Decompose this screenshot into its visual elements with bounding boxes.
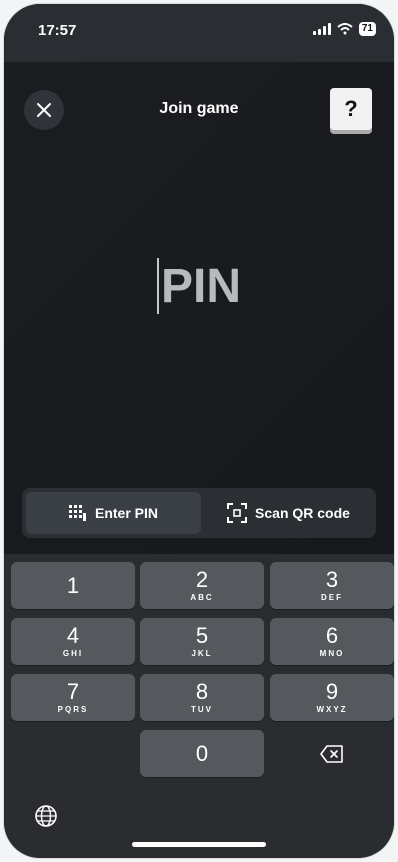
key-letters: WXYZ	[316, 705, 348, 714]
status-bar: 17:57 71	[4, 4, 394, 62]
text-cursor	[156, 258, 159, 314]
key-number: 4	[66, 623, 80, 648]
status-icons: 71	[312, 22, 376, 36]
key-letters: DEF	[321, 593, 343, 602]
key-2[interactable]: 2 ABC	[140, 562, 264, 609]
signal-icon	[312, 23, 331, 35]
backspace-key[interactable]	[270, 730, 394, 777]
battery-indicator: 71	[358, 22, 376, 36]
key-number: 6	[325, 623, 339, 648]
key-number: 5	[195, 623, 209, 648]
key-number: 3	[325, 567, 339, 592]
wifi-icon	[337, 23, 353, 35]
join-game-screen: Join game ? PIN Enter PIN Scan QR code	[4, 62, 394, 554]
key-6[interactable]: 6 MNO	[270, 618, 394, 665]
key-8[interactable]: 8 TUV	[140, 674, 264, 721]
key-letters: JKL	[191, 649, 213, 658]
key-5[interactable]: 5 JKL	[140, 618, 264, 665]
key-number: 0	[195, 740, 209, 766]
enter-pin-label: Enter PIN	[94, 505, 158, 521]
key-letters: MNO	[319, 649, 345, 658]
key-0[interactable]: 0	[140, 730, 264, 777]
pin-placeholder: PIN	[160, 259, 241, 313]
backspace-icon	[320, 744, 343, 763]
key-number: 8	[195, 679, 209, 704]
key-number: 9	[325, 679, 339, 704]
key-1[interactable]: 1	[11, 562, 135, 609]
key-3[interactable]: 3 DEF	[270, 562, 394, 609]
key-letters: PQRS	[57, 705, 89, 714]
numeric-keyboard: 1 2 ABC 3 DEF 4 GHI 5 JKL 6 MNO 7 PQRS 8 TUV 9W…	[4, 554, 394, 858]
status-time: 17:57	[38, 22, 77, 39]
scan-qr-label: Scan QR code	[255, 505, 350, 521]
key-number: 1	[66, 572, 80, 598]
qr-scan-icon	[227, 503, 248, 523]
key-letters: GHI	[62, 649, 84, 658]
key-number: 2	[195, 567, 209, 592]
key-7[interactable]: 7 PQRS	[11, 674, 135, 721]
key-number: 7	[66, 679, 80, 704]
home-indicator	[132, 842, 266, 847]
globe-icon[interactable]	[34, 804, 58, 828]
enter-pin-tab[interactable]: Enter PIN	[26, 492, 201, 534]
pin-input[interactable]: PIN	[4, 258, 394, 314]
key-9[interactable]: 9 WXYZ	[270, 674, 394, 721]
phone-screen: 17:57 71 Join game ? PIN Enter PIN Scan …	[4, 4, 394, 858]
scan-qr-tab[interactable]: Scan QR code	[201, 492, 376, 534]
keypad-icon	[68, 505, 86, 521]
key-letters: ABC	[190, 593, 214, 602]
key-4[interactable]: 4 GHI	[11, 618, 135, 665]
input-mode-toggle: Enter PIN Scan QR code	[22, 488, 376, 538]
key-letters: TUV	[191, 705, 213, 714]
help-button[interactable]: ?	[330, 88, 372, 130]
